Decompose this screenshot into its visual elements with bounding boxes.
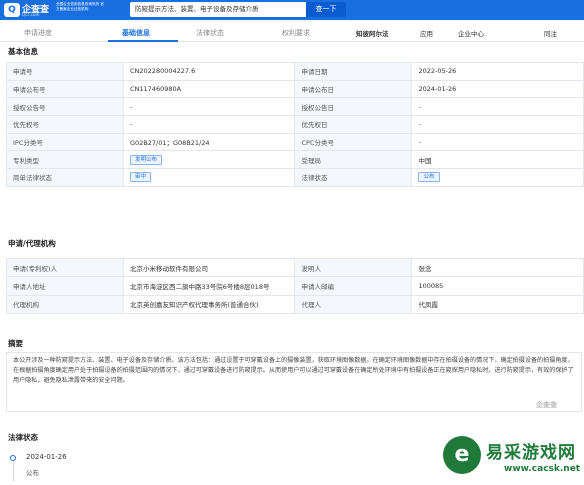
value-inventor: 张念 [411, 257, 584, 278]
value-publication-number: CN117460980A [122, 79, 296, 99]
label-inventor: 发明人 [294, 257, 413, 278]
logo-subtext: Qcc.com [22, 12, 40, 17]
value-office: 中国 [411, 150, 584, 170]
label-applicant-address: 申请人地址 [6, 276, 124, 296]
agency-title: 申请/代理机构 [8, 239, 56, 248]
value-cpc: - [411, 132, 584, 152]
table-row: 申请人地址 北京市海淀区西二旗中路33号院6号楼8层018号 申请人邮编 100… [6, 276, 584, 296]
table-row: 申请公布号 CN117460980A 申请公布日 2024-01-26 [6, 79, 584, 99]
label-ipc: IPC分类号 [6, 132, 124, 152]
label-agency: 代理机构 [6, 294, 124, 314]
label-legal-status: 法律状态 [294, 168, 413, 187]
value-application-number: CN202280004227.6 [122, 62, 296, 81]
basic-info-table: 申请号 CN202280004227.6 申请日期 2022-05-26 申请公… [6, 62, 584, 187]
enterprise-center-link[interactable]: 企业中心 [458, 28, 484, 38]
label-grant-number: 授权公告号 [6, 97, 124, 117]
label-publication-date: 申请公布日 [294, 79, 413, 99]
abstract-title: 摘要 [8, 339, 23, 348]
label-application-number: 申请号 [6, 62, 124, 81]
user-menu[interactable]: 同注 [544, 28, 557, 38]
value-applicant-address: 北京市海淀区西二旗中路33号院6号楼8层018号 [122, 276, 296, 296]
apps-menu[interactable]: 应用 [420, 28, 433, 38]
top-bar: Q 企查查 Qcc.com 全国企业信用信息查询系统 官方备案企业征信机构 防窥… [0, 0, 584, 20]
brand-link[interactable]: 知彼阿尔法 [356, 28, 389, 38]
table-row: 申请号 CN202280004227.6 申请日期 2022-05-26 [6, 62, 584, 81]
legal-status-badge: 公布 [418, 172, 440, 183]
table-row: 专利类型 发明公布 受理局 中国 [6, 150, 584, 170]
label-priority-date: 优先权日 [294, 115, 413, 134]
table-row: IPC分类号 G02B27/01；G08B21/24 CPC分类号 - [6, 132, 584, 152]
label-office: 受理局 [294, 150, 413, 170]
search-button[interactable]: 查一下 [306, 2, 346, 17]
timeline-date: 2024-01-26 [26, 453, 67, 461]
tab-progress[interactable]: 申请进度 [24, 28, 52, 38]
timeline-event: 公布 [26, 469, 39, 477]
value-grant-number: - [122, 97, 296, 117]
promo-text: 全国企业信用信息查询系统 官方备案企业征信机构 [56, 2, 104, 11]
table-row: 优先权号 - 优先权日 - [6, 115, 584, 134]
applicant-link[interactable]: 北京小米移动软件有限公司 [122, 257, 296, 278]
label-application-date: 申请日期 [294, 62, 413, 81]
watermark: e 易采游戏网 www.cacsk.net [440, 430, 584, 485]
value-legal-status: 公布 [411, 168, 584, 187]
label-agent: 代理人 [294, 294, 413, 314]
label-applicant: 申请(专利权)人 [6, 257, 124, 278]
logo-icon[interactable]: Q [4, 3, 20, 17]
legal-status-title: 法律状态 [8, 433, 38, 442]
patent-type-tag: 发明公布 [130, 154, 163, 165]
value-ipc: G02B27/01；G08B21/24 [122, 132, 296, 152]
basic-info-title: 基本信息 [8, 47, 38, 56]
tab-legal-status[interactable]: 法律状态 [196, 28, 224, 38]
value-publication-date: 2024-01-26 [411, 79, 584, 99]
value-agent: 代凤霞 [411, 294, 584, 314]
value-postcode: 100085 [411, 276, 584, 296]
value-simple-legal-status: 审中 [122, 168, 296, 187]
tab-basic-info[interactable]: 基础信息 [122, 28, 150, 38]
section-tabs: 申请进度 基础信息 法律状态 权利要求 [0, 24, 584, 42]
value-grant-date: - [411, 97, 584, 117]
table-row: 简单法律状态 审中 法律状态 公布 [6, 168, 584, 187]
watermark-url: www.cacsk.net [504, 464, 581, 474]
watermark-text: 易采游戏网 [486, 443, 576, 463]
value-application-date: 2022-05-26 [411, 62, 584, 81]
timeline-line [12, 461, 14, 481]
label-cpc: CPC分类号 [294, 132, 413, 152]
abstract-text: 本公开涉及一种防窥提示方法、装置、电子设备及存储介质，该方法包括：通过设置于可穿… [6, 352, 582, 412]
search-input[interactable]: 防窥提示方法、装置、电子设备及存储介质 [130, 2, 306, 17]
watermark-logo-icon: e [443, 436, 481, 474]
label-simple-legal-status: 简单法律状态 [6, 168, 124, 187]
value-patent-type: 发明公布 [122, 150, 296, 170]
table-row: 申请(专利权)人 北京小米移动软件有限公司 发明人 张念 [6, 257, 584, 278]
agency-link[interactable]: 北京英创嘉友知识产权代理事务所(普通合伙) [122, 294, 296, 314]
value-priority-number: - [122, 115, 296, 134]
tab-claims[interactable]: 权利要求 [282, 28, 310, 38]
value-priority-date: - [411, 115, 584, 134]
stamp-logo: 企查查 [536, 401, 557, 409]
table-row: 代理机构 北京英创嘉友知识产权代理事务所(普通合伙) 代理人 代凤霞 [6, 294, 584, 314]
abstract-body: 本公开涉及一种防窥提示方法、装置、电子设备及存储介质，该方法包括：通过设置于可穿… [13, 357, 574, 384]
label-grant-date: 授权公告日 [294, 97, 413, 117]
label-postcode: 申请人邮编 [294, 276, 413, 296]
table-row: 授权公告号 - 授权公告日 - [6, 97, 584, 117]
agency-table: 申请(专利权)人 北京小米移动软件有限公司 发明人 张念 申请人地址 北京市海淀… [6, 257, 584, 314]
label-publication-number: 申请公布号 [6, 79, 124, 99]
label-patent-type: 专利类型 [6, 150, 124, 170]
active-tab-indicator [108, 40, 178, 42]
label-priority-number: 优先权号 [6, 115, 124, 134]
status-badge: 审中 [130, 172, 152, 183]
